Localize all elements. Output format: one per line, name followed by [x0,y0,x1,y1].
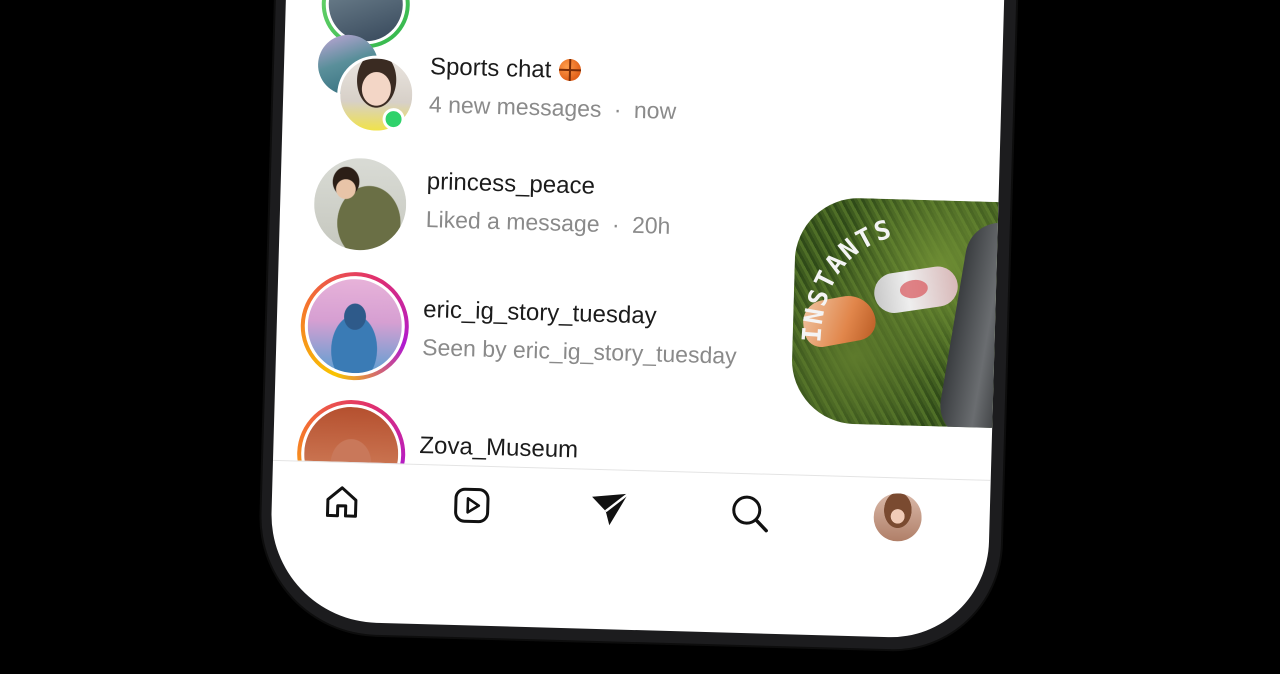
user-avatar [312,156,408,252]
profile-avatar [872,492,923,543]
chat-row-sports-chat[interactable]: Sports chat 4 new messages · now [282,25,1003,165]
nav-profile-button[interactable] [869,489,927,547]
instants-label-text: INSTANTS [798,212,897,345]
nav-search-button[interactable] [721,484,779,542]
stage: Sports chat 4 new messages · now princes… [0,0,1280,674]
basketball-icon [559,58,582,82]
phone-frame: Sports chat 4 new messages · now princes… [258,0,1018,653]
nav-reels-button[interactable] [443,477,501,535]
chat-name: princess_peace [426,168,596,200]
direct-messages-icon [592,492,629,526]
story-ring-avatar[interactable] [299,270,411,382]
story-ring-avatar[interactable] [295,398,407,480]
search-icon [732,495,768,533]
home-icon [325,486,358,518]
chat-subtitle: 4 new messages · now [428,91,677,124]
phone-screen: Sports chat 4 new messages · now princes… [268,0,1006,640]
chat-name: Sports chat [430,53,582,85]
user-avatar [306,277,404,375]
nav-home-button[interactable] [313,473,371,531]
instants-card[interactable]: INSTANTS [790,196,1006,429]
user-avatar [302,405,400,480]
instants-label: INSTANTS [798,212,897,345]
group-avatar-front [336,54,417,135]
chat-list[interactable]: Sports chat 4 new messages · now princes… [273,0,1006,480]
chat-name: Zova_Museum [419,431,579,464]
online-indicator [382,107,405,131]
chat-name: eric_ig_story_tuesday [422,296,658,330]
chat-subtitle: Seen by eric_ig_story_tuesday [421,334,737,369]
reels-icon [454,487,490,524]
nav-direct-button[interactable] [581,481,639,539]
chat-subtitle: Liked a message · 20h [425,206,671,239]
